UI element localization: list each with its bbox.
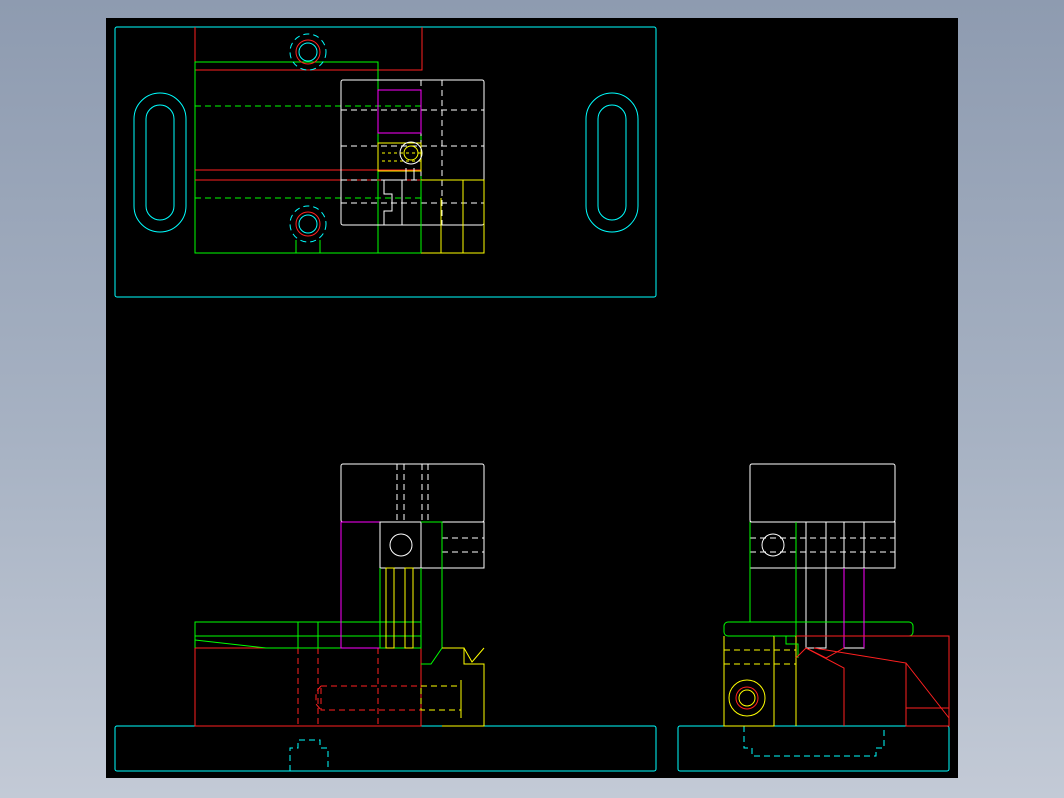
front-yellow-detail [442, 647, 485, 727]
top-green-body [194, 61, 379, 254]
mounting-slot-left-outer [133, 92, 187, 233]
bolt-hole-top-inner [298, 42, 318, 62]
side-pin-circle [761, 533, 785, 557]
front-yellow-hidden-bore [420, 685, 462, 711]
side-center-post [805, 521, 827, 649]
front-white-side-block [420, 521, 485, 569]
side-base-plate [677, 725, 950, 772]
front-base-plate [114, 725, 657, 772]
mounting-slot-left-inner [145, 104, 175, 221]
top-magenta-insert [377, 89, 422, 134]
side-red-body [796, 635, 950, 727]
front-green-wedge [421, 521, 443, 665]
front-view [114, 463, 657, 772]
side-green-step [774, 635, 799, 658]
top-view [114, 26, 657, 298]
side-white-block [749, 463, 896, 523]
side-bolt-inner [738, 689, 756, 707]
side-right-post [843, 521, 865, 649]
bolt-hole-bottom-inner [298, 214, 318, 234]
bolt-hole-bottom-red [295, 211, 321, 237]
mounting-slot-right-inner [597, 104, 627, 221]
cad-drawing-canvas[interactable] [106, 18, 958, 778]
top-yellow-block [421, 179, 485, 254]
front-base-counterbore [289, 739, 329, 771]
mounting-slot-right-outer [585, 92, 639, 233]
side-view [677, 463, 950, 772]
front-red-hidden-bore [320, 685, 422, 711]
bolt-boss-bottom [295, 240, 321, 254]
bolt-hole-top-dashed [289, 33, 327, 71]
side-bolt-outer [728, 679, 766, 717]
front-red-body [194, 647, 422, 727]
bolt-hole-bottom-dashed [289, 205, 327, 243]
side-green-plate [723, 621, 914, 637]
front-pin-circle [389, 533, 413, 557]
cad-drawing [114, 26, 950, 772]
front-pin-housing [379, 521, 422, 569]
front-white-block [340, 463, 485, 523]
bolt-hole-top-red [295, 39, 321, 65]
base-plate-outline [114, 26, 657, 298]
front-magenta-insert [340, 521, 422, 649]
side-base-counterbore [743, 726, 885, 757]
side-white-mid [749, 521, 896, 569]
